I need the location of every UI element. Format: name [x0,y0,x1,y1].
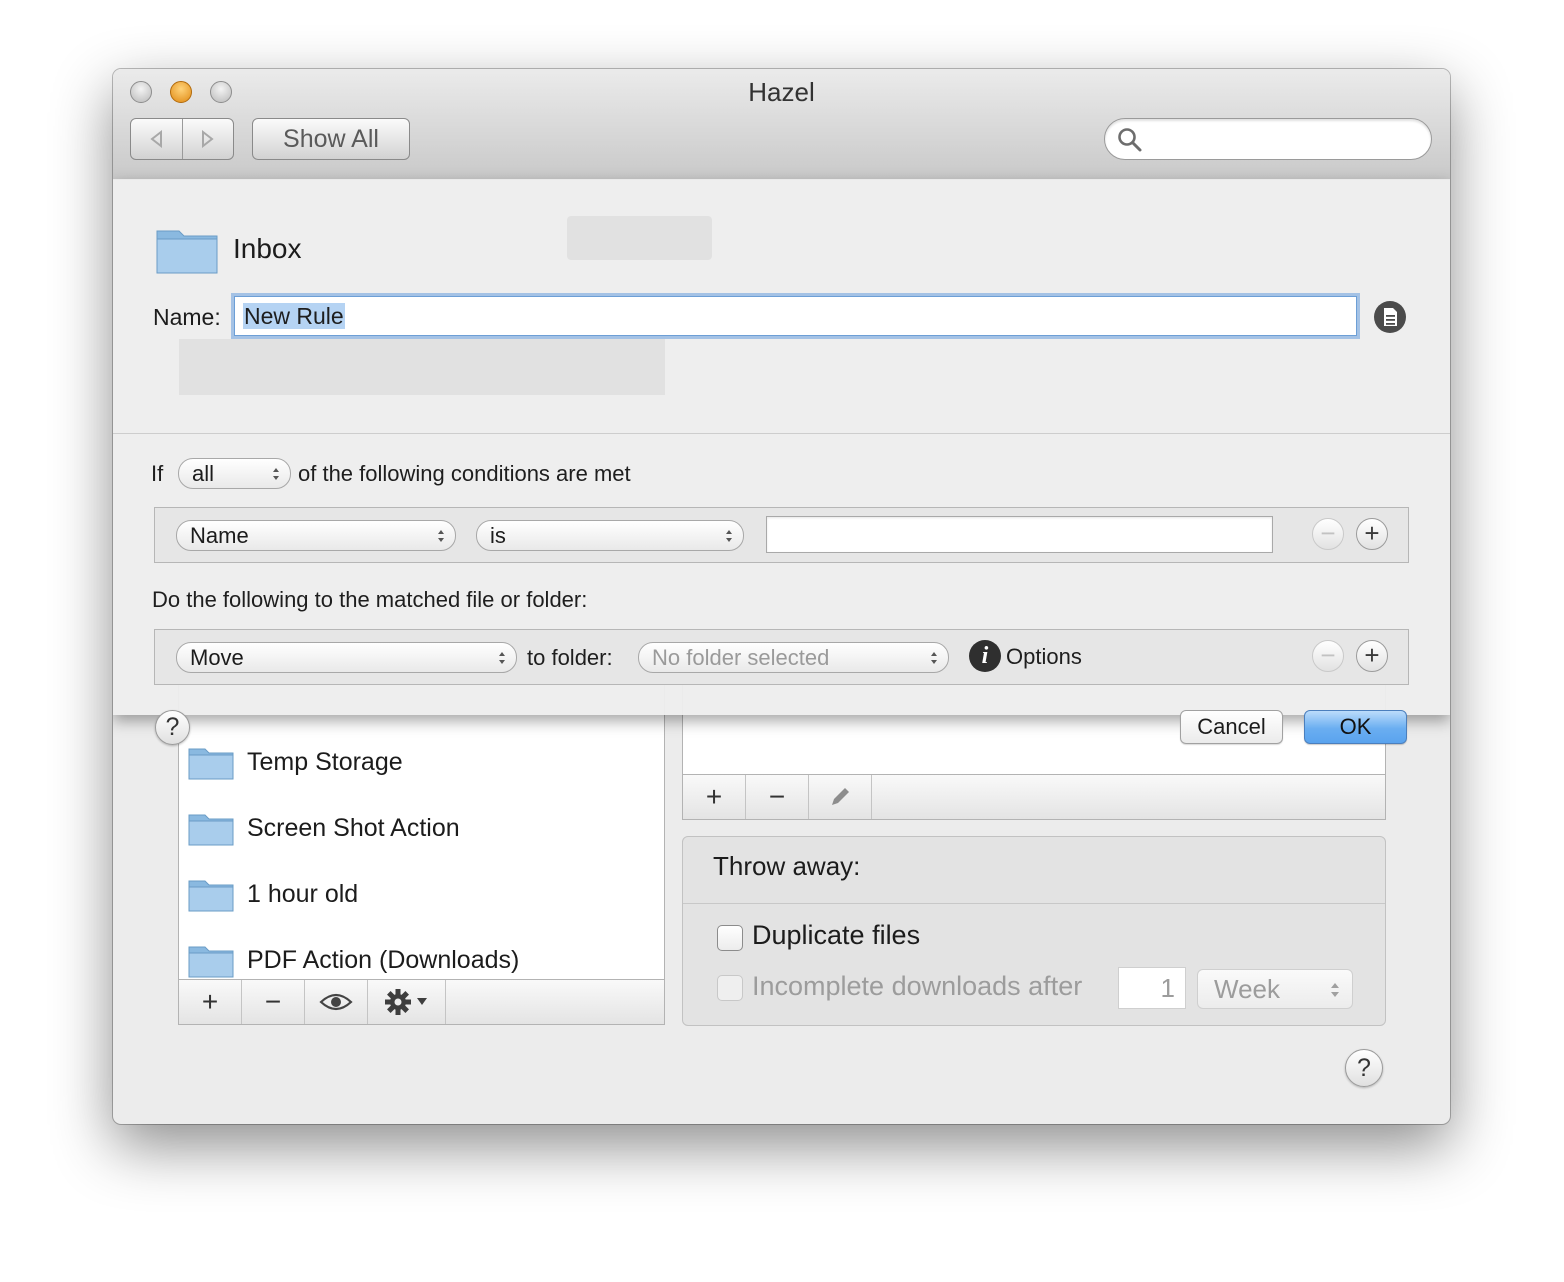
document-icon [1384,308,1397,326]
sheet-help-button[interactable]: ? [155,710,190,745]
incomplete-downloads-label: Incomplete downloads after [752,971,1083,1001]
add-rule-button[interactable]: + [683,775,746,819]
folder-icon [188,946,234,978]
edit-rule-button[interactable] [809,775,872,819]
destination-folder-value: No folder selected [652,645,830,670]
folder-title: Inbox [233,233,302,264]
actions-text: Do the following to the matched file or … [152,587,588,612]
name-label: Name: [153,304,221,330]
help-button[interactable]: ? [1345,1049,1383,1087]
list-item-label: PDF Action (Downloads) [247,945,520,974]
list-item[interactable]: 1 hour old [187,869,358,919]
add-condition-button[interactable]: + [1356,518,1388,550]
background-tab-ghost [567,216,712,260]
title-bar: Hazel Show All [113,69,1450,180]
show-all-button[interactable]: Show All [252,118,410,160]
folder-icon [188,748,234,780]
forward-button[interactable] [183,119,234,159]
divider [683,903,1385,904]
remove-action-button[interactable]: − [1312,640,1344,672]
hazel-window: Hazel Show All Temp Storage Screen Shot … [113,69,1450,1124]
list-item-label: Temp Storage [247,747,403,776]
popup-arrows-icon [931,651,937,664]
throw-away-title: Throw away: [713,851,861,881]
cancel-button[interactable]: Cancel [1180,710,1283,744]
folder-icon [188,880,234,912]
incomplete-downloads-unit-popup[interactable]: Week [1197,969,1353,1009]
remove-condition-button[interactable]: − [1312,518,1344,550]
search-field[interactable] [1104,118,1432,160]
duplicate-files-checkbox[interactable] [717,925,743,951]
preview-button[interactable] [305,980,368,1024]
action-type-value: Move [190,645,244,670]
popup-arrows-icon [1331,983,1339,997]
condition-operator-popup[interactable]: is [476,520,744,551]
throw-away-panel: Throw away: Duplicate files Incomplete d… [682,836,1386,1026]
add-folder-button[interactable]: + [179,980,242,1024]
condition-operator-value: is [490,523,506,548]
remove-folder-button[interactable]: − [242,980,305,1024]
list-item-label: 1 hour old [247,879,359,908]
popup-arrows-icon [273,467,279,480]
settings-menu-button[interactable] [368,980,446,1024]
unit-popup-value: Week [1214,974,1280,1004]
popup-arrows-icon [726,529,732,542]
back-button[interactable] [131,119,183,159]
gear-icon [384,989,427,1015]
ok-button[interactable]: OK [1304,710,1407,744]
add-action-button[interactable]: + [1356,640,1388,672]
rule-name-value: New Rule [243,303,345,329]
folders-toolbar: + − [178,979,665,1025]
condition-attribute-value: Name [190,523,249,548]
list-item[interactable]: Screen Shot Action [187,803,460,853]
folder-icon [188,814,234,846]
options-button[interactable]: Options [1006,644,1082,670]
incomplete-downloads-count-field[interactable]: 1 [1118,967,1186,1009]
eye-icon [319,993,353,1011]
popup-arrows-icon [438,529,444,542]
forward-arrow-icon [201,130,214,148]
if-label: If [151,461,164,486]
folder-icon [156,230,218,274]
search-input[interactable] [1151,125,1420,155]
list-item-label: Screen Shot Action [247,813,460,842]
destination-folder-popup[interactable]: No folder selected [638,642,949,673]
divider [113,433,1450,434]
nav-segmented-control [130,118,234,160]
list-item[interactable]: Temp Storage [187,737,403,787]
match-mode-popup[interactable]: all [178,458,291,489]
remove-rule-button[interactable]: − [746,775,809,819]
magnifier-icon [1118,128,1142,152]
match-mode-value: all [192,461,215,486]
action-type-popup[interactable]: Move [176,642,517,673]
background-selection-ghost [179,339,665,395]
conditions-text: of the following conditions are met [298,461,631,486]
popup-arrows-icon [499,651,505,664]
rule-name-field[interactable]: New Rule [234,296,1357,336]
window-title: Hazel [748,77,815,107]
info-icon[interactable]: i [969,640,1001,672]
condition-attribute-popup[interactable]: Name [176,520,456,551]
incomplete-downloads-checkbox[interactable] [717,975,743,1001]
to-folder-label: to folder: [527,645,613,670]
rules-toolbar: + − [682,774,1386,820]
pencil-icon [832,788,849,805]
back-arrow-icon [150,130,163,148]
duplicate-files-label: Duplicate files [752,920,921,950]
rule-editor-sheet: Inbox Name: New Rule If all of the follo… [113,179,1450,745]
folders-list[interactable]: Temp Storage Screen Shot Action 1 hour o… [178,669,665,1024]
notes-button[interactable] [1374,301,1406,333]
list-item[interactable]: PDF Action (Downloads) [187,935,519,985]
condition-value-field[interactable] [766,516,1273,553]
